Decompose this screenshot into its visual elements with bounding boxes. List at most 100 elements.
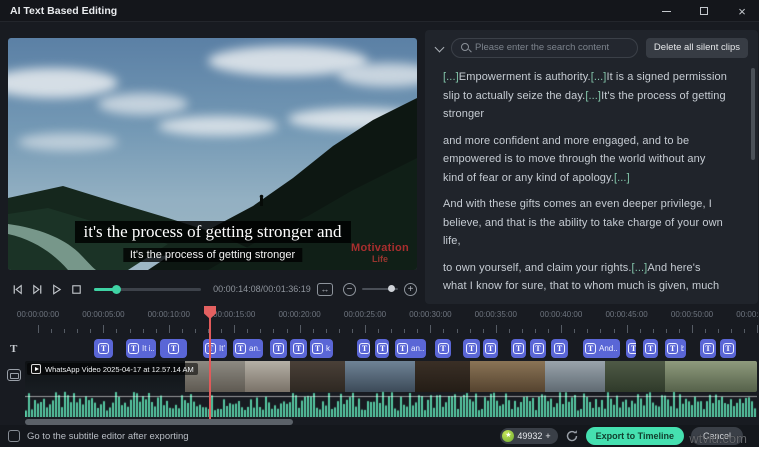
transcript-paragraph[interactable]: and more confident and more engaged, and… [443,132,727,188]
video-thumbnail [470,361,545,392]
subtitle-clip-label: an... [411,344,424,353]
subtitle-clip-label: It i... [142,344,154,353]
transcript-paragraph[interactable]: [...]Empowerment is authority.[...]It is… [443,68,727,124]
maximize-button[interactable] [693,2,715,20]
subtitle-clip[interactable]: T [435,339,451,358]
zoom-slider-thumb[interactable] [387,285,395,292]
search-input[interactable] [475,42,629,53]
ruler-tick [181,329,183,333]
play-button[interactable] [47,280,67,298]
video-thumbnail [245,361,290,392]
zoom-out-icon[interactable]: − [342,282,356,296]
credits-badge[interactable]: ★ 49932 + [500,428,558,444]
ruler-label: 00:00:25:00 [343,310,387,319]
ruler-label: 00:00:10:00 [147,310,190,319]
zoom-in-icon[interactable]: + [403,282,417,296]
minimize-button[interactable] [655,2,677,20]
ruler-tick [365,325,366,333]
coin-icon: ★ [502,430,515,442]
subtitle-clip[interactable]: T [463,339,480,358]
subtitle-clip[interactable]: T [357,339,370,358]
subtitle-clip[interactable]: T [626,339,636,358]
transcript-paragraph[interactable]: to own yourself, and claim your rights.[… [443,259,727,301]
subtitle-clip[interactable]: T [700,339,716,358]
video-clip-header: WhatsApp Video 2025-04-17 at 12.57.14 AM [27,363,198,375]
search-box[interactable] [451,37,638,58]
ruler-tick [325,329,327,333]
subtitle-clip[interactable]: T [720,339,736,358]
fit-to-window-icon[interactable]: ↔ [316,282,333,296]
next-frame-button[interactable] [28,280,48,298]
subtitle-clip[interactable]: Tan... [233,339,263,358]
motivation-life-logo: Motivation Life [351,242,409,264]
subtitle-clip[interactable]: T [94,339,113,358]
previous-frame-button[interactable] [8,280,28,298]
subtitle-clip[interactable]: T [551,339,568,358]
ruler-tick [247,329,249,333]
close-button[interactable]: × [731,2,753,20]
subtitle-clip[interactable]: TIt'... [203,339,227,358]
ruler-tick [757,325,759,333]
ruler-tick [273,329,275,333]
subtitle-clip-t-icon: T [359,343,370,354]
ruler-tick [77,329,79,333]
timeline-ruler[interactable]: 00:00:00:00 00:00:05:00 00:00:10:00 00:00:1… [0,306,759,336]
silence-marker[interactable]: [...] [503,299,519,301]
subtitle-clip[interactable]: T [270,339,287,358]
subtitle-clip[interactable]: T [530,339,546,358]
subtitle-clip[interactable]: TIt i... [126,339,156,358]
ruler-tick [38,325,39,333]
transcript-scrollbar[interactable] [751,68,755,160]
playhead-line[interactable] [209,306,211,419]
video-track-icon[interactable] [7,369,21,381]
zoom-slider[interactable] [361,285,398,292]
subtitle-clip[interactable]: T [375,339,389,358]
seek-slider[interactable] [94,284,202,294]
subtitle-editor-checkbox[interactable] [8,430,20,442]
ruler-tick [613,329,615,333]
subtitle-clip-t-icon: T [312,343,323,354]
subtitle-clip-t-icon: T [235,343,246,354]
silence-marker[interactable]: [...] [585,90,601,102]
subtitle-clip[interactable]: T [511,339,526,358]
logo-line2: Life [371,253,388,264]
subtitle-clip[interactable]: T And... [583,339,620,358]
refresh-icon[interactable] [565,429,579,443]
subtitle-track: TTIt i...TTIt'...Tan...TTTk...TTTan...TT… [0,339,759,359]
silence-marker[interactable]: [...] [614,172,630,184]
silence-marker[interactable]: [...] [591,71,607,83]
cancel-button[interactable]: Cancel [690,427,743,445]
chevron-down-icon[interactable] [433,41,447,55]
subtitle-clip-label: And... [599,344,618,353]
delete-all-silent-clips-button[interactable]: Delete all silent clips [645,37,748,58]
video-thumbnail [545,361,605,392]
ruler-tick [508,329,510,333]
play-badge-icon [31,364,41,374]
preview-zoom-controls: − + [342,282,417,296]
ruler-tick [90,329,92,333]
timeline: 00:00:00:00 00:00:05:00 00:00:10:00 00:00:1… [0,306,759,425]
subtitle-clip[interactable]: T [290,339,307,358]
subtitle-clip-t-icon: T [702,343,714,354]
silence-marker[interactable]: [...] [443,71,459,83]
transcript-paragraph[interactable]: And with these gifts comes an even deepe… [443,195,727,251]
video-preview[interactable]: it's the process of getting stronger and… [8,38,417,270]
subtitle-clip[interactable]: T [483,339,498,358]
search-icon [460,42,470,53]
ruler-tick [495,325,497,333]
transcript-text[interactable]: [...]Empowerment is authority.[...]It is… [443,68,727,300]
logo-line1: Motivation [351,242,409,255]
subtitle-clip[interactable]: Tan... [395,339,426,358]
subtitle-clip[interactable]: T [160,339,187,358]
audio-waveform[interactable] [25,391,757,417]
seek-thumb[interactable] [112,284,122,294]
ruler-tick [378,329,380,333]
subtitle-clip[interactable]: Tk... [310,339,333,358]
subtitle-clip[interactable]: Tb... [665,339,686,358]
stop-button[interactable] [67,280,87,298]
subtitle-clip[interactable]: T [643,339,658,358]
ruler-tick [639,329,641,333]
silence-marker[interactable]: [...] [632,262,648,274]
ruler-tick [521,329,523,333]
export-to-timeline-button[interactable]: Export to Timeline [585,427,684,445]
